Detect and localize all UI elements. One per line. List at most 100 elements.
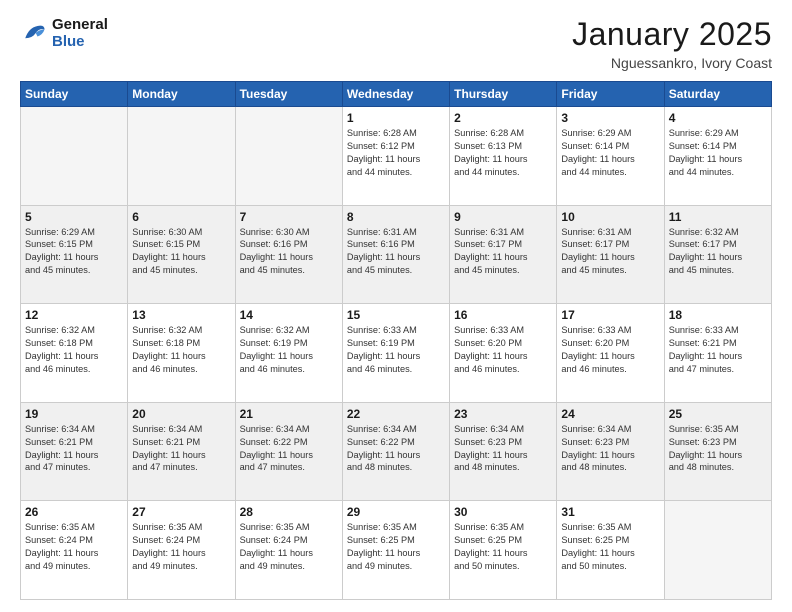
calendar-header-row: Sunday Monday Tuesday Wednesday Thursday… [21,82,772,107]
calendar-week-2: 5 Sunrise: 6:29 AM Sunset: 6:15 PM Daylig… [21,205,772,304]
day-number: 24 [561,407,659,421]
calendar-cell: 5 Sunrise: 6:29 AM Sunset: 6:15 PM Daylig… [21,205,128,304]
calendar-cell: 22 Sunrise: 6:34 AM Sunset: 6:22 PM Dayli… [342,402,449,501]
calendar-cell: 14 Sunrise: 6:32 AM Sunset: 6:19 PM Dayli… [235,304,342,403]
calendar-cell: 25Sunrise: 6:35 AM Sunset: 6:23 PM Dayli… [664,402,771,501]
day-number: 10 [561,210,659,224]
col-friday: Friday [557,82,664,107]
col-thursday: Thursday [450,82,557,107]
day-info: Sunrise: 6:28 AM Sunset: 6:12 PM Dayligh… [347,127,445,179]
day-number: 26 [25,505,123,519]
calendar-cell: 23Sunrise: 6:34 AM Sunset: 6:23 PM Dayli… [450,402,557,501]
col-sunday: Sunday [21,82,128,107]
calendar-cell: 17 Sunrise: 6:33 AM Sunset: 6:20 PM Dayli… [557,304,664,403]
day-number: 15 [347,308,445,322]
calendar-cell: 16 Sunrise: 6:33 AM Sunset: 6:20 PM Dayli… [450,304,557,403]
day-number: 11 [669,210,767,224]
calendar-cell: 6Sunrise: 6:30 AM Sunset: 6:15 PM Daylig… [128,205,235,304]
calendar-cell: 10 Sunrise: 6:31 AM Sunset: 6:17 PM Dayli… [557,205,664,304]
calendar-cell [235,107,342,206]
calendar-cell: 8Sunrise: 6:31 AM Sunset: 6:16 PM Daylig… [342,205,449,304]
calendar-cell [21,107,128,206]
calendar-cell: 7 Sunrise: 6:30 AM Sunset: 6:16 PM Daylig… [235,205,342,304]
day-info: Sunrise: 6:32 AM Sunset: 6:19 PM Dayligh… [240,324,338,376]
calendar-cell: 31Sunrise: 6:35 AM Sunset: 6:25 PM Dayli… [557,501,664,600]
calendar-cell: 4Sunrise: 6:29 AM Sunset: 6:14 PM Daylig… [664,107,771,206]
page: General Blue January 2025 Nguessankro, I… [0,0,792,612]
calendar-table: Sunday Monday Tuesday Wednesday Thursday… [20,81,772,600]
calendar-cell: 19Sunrise: 6:34 AM Sunset: 6:21 PM Dayli… [21,402,128,501]
col-monday: Monday [128,82,235,107]
day-number: 17 [561,308,659,322]
calendar-cell: 13Sunrise: 6:32 AM Sunset: 6:18 PM Dayli… [128,304,235,403]
calendar-cell: 21Sunrise: 6:34 AM Sunset: 6:22 PM Dayli… [235,402,342,501]
calendar-cell: 3 Sunrise: 6:29 AM Sunset: 6:14 PM Daylig… [557,107,664,206]
calendar-cell: 28 Sunrise: 6:35 AM Sunset: 6:24 PM Dayli… [235,501,342,600]
day-number: 28 [240,505,338,519]
day-number: 14 [240,308,338,322]
day-info: Sunrise: 6:34 AM Sunset: 6:21 PM Dayligh… [25,423,123,475]
calendar-cell [664,501,771,600]
calendar-cell: 24 Sunrise: 6:34 AM Sunset: 6:23 PM Dayli… [557,402,664,501]
day-number: 3 [561,111,659,125]
day-info: Sunrise: 6:34 AM Sunset: 6:22 PM Dayligh… [347,423,445,475]
logo-text: General Blue [52,16,108,51]
day-number: 9 [454,210,552,224]
day-number: 2 [454,111,552,125]
day-info: Sunrise: 6:33 AM Sunset: 6:21 PM Dayligh… [669,324,767,376]
day-info: Sunrise: 6:31 AM Sunset: 6:17 PM Dayligh… [454,226,552,278]
calendar-cell: 29 Sunrise: 6:35 AM Sunset: 6:25 PM Dayli… [342,501,449,600]
day-number: 16 [454,308,552,322]
day-info: Sunrise: 6:33 AM Sunset: 6:19 PM Dayligh… [347,324,445,376]
day-info: Sunrise: 6:31 AM Sunset: 6:16 PM Dayligh… [347,226,445,278]
day-number: 30 [454,505,552,519]
day-number: 7 [240,210,338,224]
day-info: Sunrise: 6:29 AM Sunset: 6:14 PM Dayligh… [561,127,659,179]
day-info: Sunrise: 6:35 AM Sunset: 6:23 PM Dayligh… [669,423,767,475]
day-info: Sunrise: 6:35 AM Sunset: 6:25 PM Dayligh… [454,521,552,573]
calendar-cell [128,107,235,206]
day-info: Sunrise: 6:35 AM Sunset: 6:24 PM Dayligh… [132,521,230,573]
calendar-cell: 1 Sunrise: 6:28 AM Sunset: 6:12 PM Daylig… [342,107,449,206]
day-info: Sunrise: 6:35 AM Sunset: 6:25 PM Dayligh… [561,521,659,573]
day-number: 29 [347,505,445,519]
day-info: Sunrise: 6:33 AM Sunset: 6:20 PM Dayligh… [454,324,552,376]
day-info: Sunrise: 6:32 AM Sunset: 6:18 PM Dayligh… [25,324,123,376]
calendar-cell: 11Sunrise: 6:32 AM Sunset: 6:17 PM Dayli… [664,205,771,304]
day-info: Sunrise: 6:35 AM Sunset: 6:24 PM Dayligh… [240,521,338,573]
day-number: 5 [25,210,123,224]
day-info: Sunrise: 6:29 AM Sunset: 6:15 PM Dayligh… [25,226,123,278]
location: Nguessankro, Ivory Coast [572,55,772,71]
calendar-cell: 20Sunrise: 6:34 AM Sunset: 6:21 PM Dayli… [128,402,235,501]
calendar-week-4: 19Sunrise: 6:34 AM Sunset: 6:21 PM Dayli… [21,402,772,501]
month-title: January 2025 [572,16,772,53]
calendar-cell: 15 Sunrise: 6:33 AM Sunset: 6:19 PM Dayli… [342,304,449,403]
calendar-week-1: 1 Sunrise: 6:28 AM Sunset: 6:12 PM Daylig… [21,107,772,206]
day-info: Sunrise: 6:30 AM Sunset: 6:16 PM Dayligh… [240,226,338,278]
calendar-cell: 12 Sunrise: 6:32 AM Sunset: 6:18 PM Dayli… [21,304,128,403]
calendar-cell: 9 Sunrise: 6:31 AM Sunset: 6:17 PM Daylig… [450,205,557,304]
day-number: 20 [132,407,230,421]
day-info: Sunrise: 6:34 AM Sunset: 6:23 PM Dayligh… [561,423,659,475]
logo: General Blue [20,16,108,51]
day-number: 22 [347,407,445,421]
calendar-cell: 30 Sunrise: 6:35 AM Sunset: 6:25 PM Dayli… [450,501,557,600]
day-info: Sunrise: 6:35 AM Sunset: 6:25 PM Dayligh… [347,521,445,573]
day-number: 27 [132,505,230,519]
day-info: Sunrise: 6:31 AM Sunset: 6:17 PM Dayligh… [561,226,659,278]
logo-icon [20,19,48,47]
col-wednesday: Wednesday [342,82,449,107]
calendar-cell: 2 Sunrise: 6:28 AM Sunset: 6:13 PM Daylig… [450,107,557,206]
day-info: Sunrise: 6:34 AM Sunset: 6:22 PM Dayligh… [240,423,338,475]
day-number: 1 [347,111,445,125]
day-info: Sunrise: 6:33 AM Sunset: 6:20 PM Dayligh… [561,324,659,376]
day-info: Sunrise: 6:35 AM Sunset: 6:24 PM Dayligh… [25,521,123,573]
col-saturday: Saturday [664,82,771,107]
day-info: Sunrise: 6:32 AM Sunset: 6:18 PM Dayligh… [132,324,230,376]
day-number: 18 [669,308,767,322]
calendar-cell: 18 Sunrise: 6:33 AM Sunset: 6:21 PM Dayli… [664,304,771,403]
day-info: Sunrise: 6:34 AM Sunset: 6:23 PM Dayligh… [454,423,552,475]
day-info: Sunrise: 6:28 AM Sunset: 6:13 PM Dayligh… [454,127,552,179]
calendar-week-3: 12 Sunrise: 6:32 AM Sunset: 6:18 PM Dayli… [21,304,772,403]
day-number: 12 [25,308,123,322]
